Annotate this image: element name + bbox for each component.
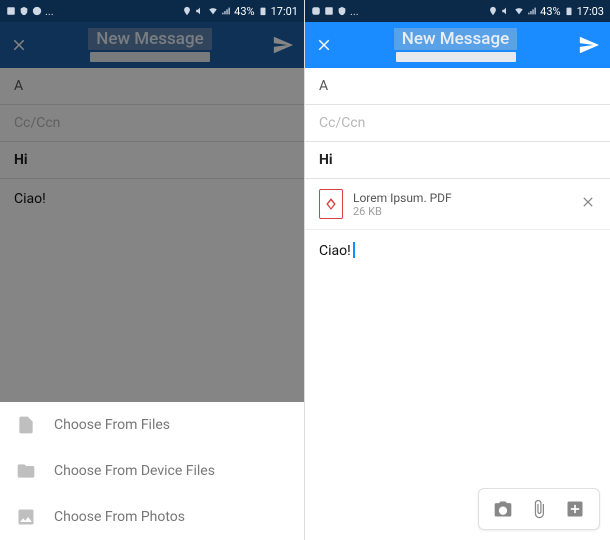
wifi-icon [208,6,218,16]
choose-photos-option[interactable]: Choose From Photos [0,494,304,540]
status-ellipsis: ... [350,5,359,18]
choose-device-files-label: Choose From Device Files [54,463,215,479]
header-title: New Message [88,28,211,50]
attachment-size: 26 KB [353,205,570,218]
gallery-icon [6,6,16,16]
shield-icon [19,6,29,16]
close-button[interactable] [10,36,28,54]
clock: 17:03 [577,5,604,18]
gallery-icon [324,6,334,16]
body-text[interactable]: Ciao! [0,179,304,219]
status-ellipsis: ... [45,5,54,18]
paperclip-icon [529,499,549,519]
camera-icon [493,499,513,519]
send-icon [272,34,294,56]
plus-box-icon [565,499,585,519]
location-icon [488,6,498,16]
header-title: New Message [394,28,517,50]
choose-photos-label: Choose From Photos [54,509,185,525]
status-bar: ... 43% 17:03 [305,0,610,22]
insert-button[interactable] [561,495,589,523]
cc-field[interactable]: Cc/Ccn [0,105,304,142]
clock: 17:01 [271,5,298,18]
compose-header: New Message [0,22,304,68]
battery-pct: 43% [540,5,560,18]
camera-button[interactable] [489,495,517,523]
info-icon [32,6,42,16]
send-button[interactable] [578,34,600,56]
wifi-icon [514,6,524,16]
screenshot-right: ... 43% 17:03 New Message A Cc/Ccn Hi [305,0,610,540]
close-icon [580,194,596,210]
subject-field[interactable]: Hi [0,142,304,179]
send-button[interactable] [272,34,294,56]
compose-toolbar [478,488,600,530]
attachment-sheet: Choose From Files Choose From Device Fil… [0,402,304,540]
battery-icon [258,6,268,16]
file-icon [16,415,36,435]
close-icon [10,36,28,54]
subject-field[interactable]: Hi [305,142,610,179]
close-icon [315,36,333,54]
choose-files-label: Choose From Files [54,417,170,433]
signal-icon [527,6,537,16]
choose-files-option[interactable]: Choose From Files [0,402,304,448]
compose-header: New Message [305,22,610,68]
header-subtitle-redacted [90,52,210,62]
shield-icon [337,6,347,16]
cc-field[interactable]: Cc/Ccn [305,105,610,142]
battery-pct: 43% [234,5,254,18]
body-text[interactable]: Ciao! [305,230,610,271]
remove-attachment-button[interactable] [580,194,596,214]
to-field[interactable]: A [0,68,304,105]
compose-body: A Cc/Ccn Hi Lorem Ipsum. PDF 26 KB Ciao! [305,68,610,540]
mute-icon [501,6,511,16]
mute-icon [195,6,205,16]
attachment-row: Lorem Ipsum. PDF 26 KB [305,179,610,230]
pdf-icon [319,189,343,219]
status-bar: ... 43% 17:01 [0,0,304,22]
to-field[interactable]: A [305,68,610,105]
instagram-icon [311,6,321,16]
location-icon [182,6,192,16]
image-icon [16,507,36,527]
screenshot-left: ... 43% 17:01 New Message A Cc/Ccn Hi Ci… [0,0,305,540]
battery-icon [564,6,574,16]
signal-icon [221,6,231,16]
folder-icon [16,461,36,481]
attachment-name: Lorem Ipsum. PDF [353,191,570,205]
attach-button[interactable] [525,495,553,523]
send-icon [578,34,600,56]
header-subtitle-redacted [396,52,516,62]
choose-device-files-option[interactable]: Choose From Device Files [0,448,304,494]
close-button[interactable] [315,36,333,54]
